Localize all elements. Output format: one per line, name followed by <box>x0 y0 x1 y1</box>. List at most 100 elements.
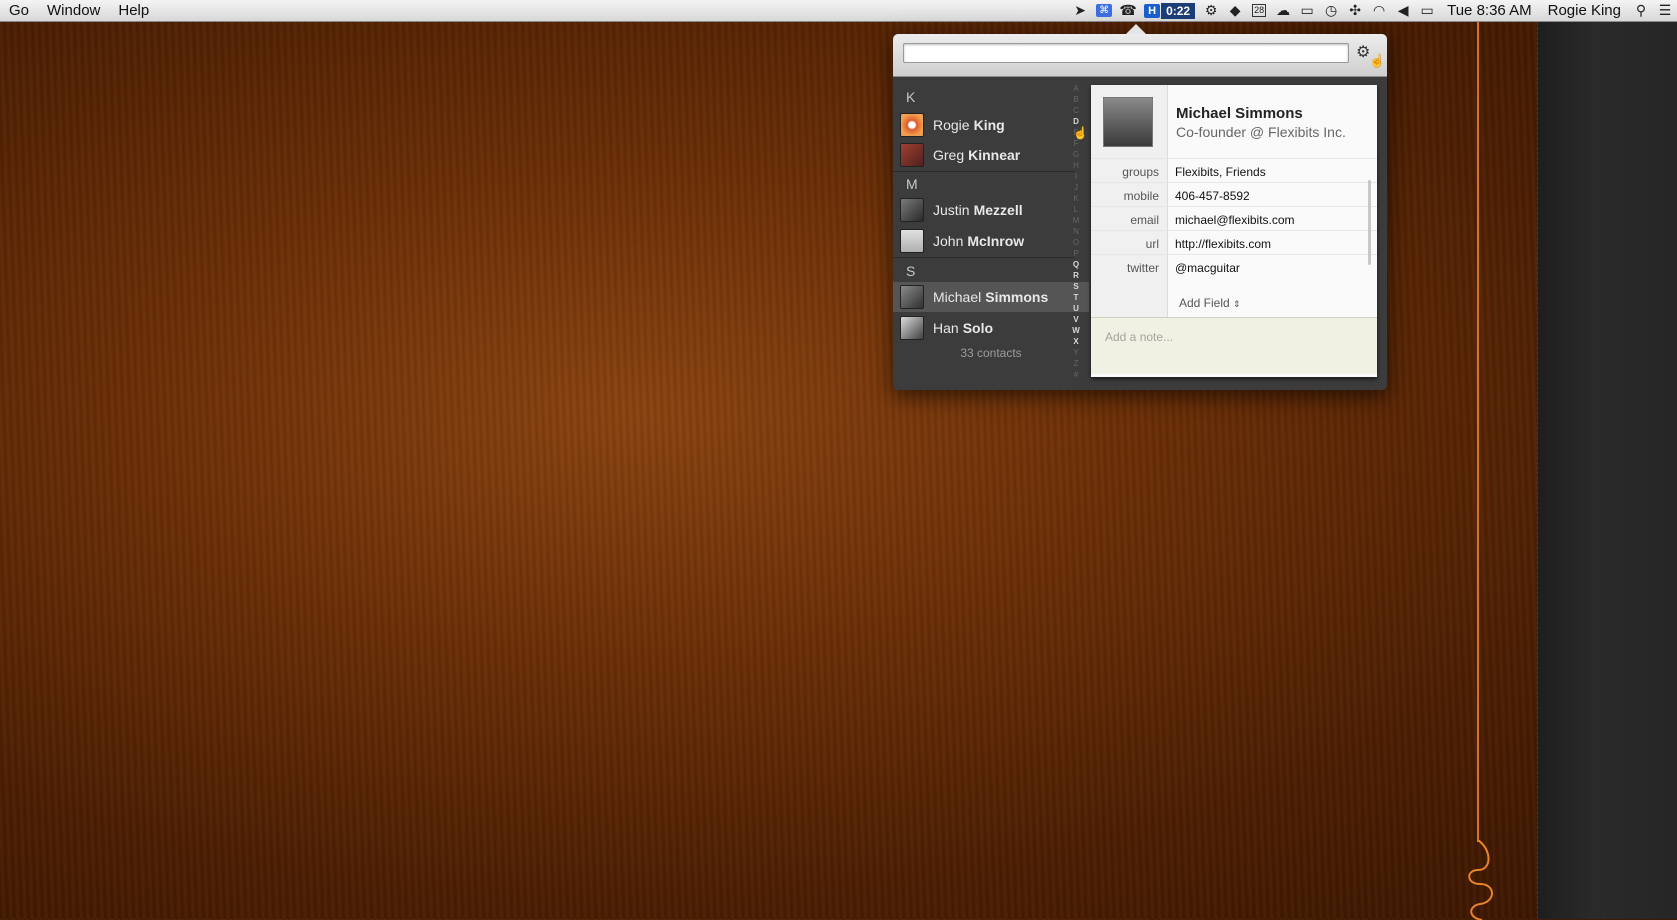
first-name: Justin <box>933 202 970 218</box>
alpha-index-letter[interactable]: Q <box>1073 259 1079 270</box>
wallpaper-dark-panel <box>1537 22 1677 919</box>
menu-go[interactable]: Go <box>0 0 38 21</box>
cloud-icon[interactable]: ☁ <box>1271 0 1295 21</box>
contact-john-mcinrow[interactable]: John McInrow <box>893 226 1089 256</box>
clock[interactable]: Tue 8:36 AM <box>1439 0 1540 21</box>
field-twitter[interactable]: twitter @macguitar <box>1091 254 1377 280</box>
search-input[interactable] <box>903 43 1349 63</box>
status-area: ➤ ⌘ ☎ H 0:22 ⚙ ◆ 28 ☁ ▭ ◷ ✣ ◠ ◀ ▭ Tue 8:3… <box>1068 0 1677 21</box>
add-field-button[interactable]: Add Field ⇕ <box>1179 296 1241 310</box>
alpha-index-letter[interactable]: P <box>1073 248 1078 259</box>
contact-rogie-king[interactable]: Rogie King <box>893 110 1089 140</box>
field-mobile[interactable]: mobile 406-457-8592 <box>1091 182 1377 208</box>
alpha-index-letter[interactable]: S <box>1073 281 1078 292</box>
time-machine-icon[interactable]: ◷ <box>1319 0 1343 21</box>
airplay-icon[interactable]: ▭ <box>1295 0 1319 21</box>
alpha-index-letter[interactable]: X <box>1073 336 1078 347</box>
notification-list-icon[interactable]: ☰ <box>1653 0 1677 21</box>
first-name: John <box>933 233 964 249</box>
updown-arrows-icon: ⇕ <box>1233 299 1241 309</box>
field-value[interactable]: @macguitar <box>1175 261 1240 275</box>
field-label: groups <box>1122 165 1159 179</box>
h-badge: H <box>1144 3 1161 18</box>
field-email[interactable]: email michael@flexibits.com <box>1091 206 1377 232</box>
contact-greg-kinnear[interactable]: Greg Kinnear <box>893 140 1089 170</box>
contact-photo[interactable] <box>1103 97 1153 147</box>
app-blue-icon[interactable]: ⌘ <box>1092 0 1116 21</box>
alpha-index-letter[interactable]: Y <box>1073 347 1078 358</box>
alpha-index-letter[interactable]: L <box>1074 204 1078 215</box>
popover-arrow <box>1126 24 1146 34</box>
alpha-index-letter[interactable]: M <box>1073 215 1080 226</box>
contact-name[interactable]: Michael Simmons <box>1176 105 1303 122</box>
battery-icon[interactable]: ▭ <box>1415 0 1439 21</box>
cursor-tool-icon[interactable]: ➤ <box>1068 0 1092 21</box>
alpha-index-letter[interactable]: T <box>1074 292 1079 303</box>
wallpaper-swirl <box>1468 840 1493 920</box>
alpha-index-letter[interactable]: Z <box>1074 358 1079 369</box>
first-name: Han <box>933 320 959 336</box>
user-menu[interactable]: Rogie King <box>1540 0 1629 21</box>
script-icon[interactable]: ⚙ <box>1199 0 1223 21</box>
alpha-index-letter[interactable]: J <box>1074 182 1078 193</box>
volume-icon[interactable]: ◀ <box>1391 0 1415 21</box>
alpha-index-letter[interactable]: N <box>1073 226 1079 237</box>
alpha-index-letter[interactable]: U <box>1073 303 1079 314</box>
bluetooth-icon[interactable]: ✣ <box>1343 0 1367 21</box>
section-header-m: M <box>906 176 918 192</box>
last-name: Mezzell <box>973 202 1023 218</box>
first-name: Rogie <box>933 117 970 133</box>
note-area[interactable]: Add a note... <box>1091 317 1377 374</box>
contact-list: K Rogie King Greg Kinnear M Justin Mezzell … <box>893 77 1089 390</box>
avatar <box>900 285 924 309</box>
dropbox-icon[interactable]: ◆ <box>1223 0 1247 21</box>
field-value[interactable]: Flexibits, Friends <box>1175 165 1266 179</box>
last-name: Solo <box>962 320 994 336</box>
timer-text: 0:22 <box>1161 2 1196 19</box>
contact-justin-mezzell[interactable]: Justin Mezzell <box>893 195 1089 225</box>
alpha-index-letter[interactable]: C <box>1073 105 1079 116</box>
field-url[interactable]: url http://flexibits.com <box>1091 230 1377 256</box>
avatar <box>900 143 924 167</box>
alpha-index-letter[interactable]: R <box>1073 270 1079 281</box>
pointer-cursor-icon: ☝ <box>1369 53 1386 68</box>
contact-company[interactable]: Co-founder @ Flexibits Inc. <box>1176 124 1346 140</box>
timer-widget[interactable]: H 0:22 <box>1140 0 1199 21</box>
phone-icon[interactable]: ☎ <box>1116 0 1140 21</box>
calendar-icon[interactable]: 28 <box>1247 0 1271 21</box>
field-value[interactable]: 406-457-8592 <box>1175 189 1250 203</box>
section-header-s: S <box>906 263 916 279</box>
wifi-icon[interactable]: ◠ <box>1367 0 1391 21</box>
first-name: Greg <box>933 147 965 163</box>
avatar <box>900 229 924 253</box>
alpha-index-letter[interactable]: # <box>1074 369 1078 380</box>
last-name: King <box>973 117 1005 133</box>
add-field-label: Add Field <box>1179 296 1230 310</box>
divider <box>893 257 1075 258</box>
alpha-index-letter[interactable]: W <box>1072 325 1080 336</box>
field-label: email <box>1130 213 1159 227</box>
last-name: Kinnear <box>968 147 1021 163</box>
pointer-cursor-icon: ☝ <box>1073 126 1088 140</box>
menu-help[interactable]: Help <box>109 0 158 21</box>
menu-window[interactable]: Window <box>38 0 109 21</box>
contact-han-solo[interactable]: Han Solo <box>893 313 1089 343</box>
wallpaper-orange-line <box>1477 22 1479 842</box>
avatar <box>900 198 924 222</box>
field-value[interactable]: michael@flexibits.com <box>1175 213 1295 227</box>
alpha-index-letter[interactable]: A <box>1073 83 1078 94</box>
alpha-index-letter[interactable]: H <box>1073 160 1079 171</box>
field-groups[interactable]: groups Flexibits, Friends <box>1091 158 1377 184</box>
alpha-index-letter[interactable]: K <box>1073 193 1078 204</box>
alpha-index-letter[interactable]: O <box>1073 237 1079 248</box>
alpha-index-letter[interactable]: V <box>1073 314 1078 325</box>
note-placeholder: Add a note... <box>1105 330 1174 344</box>
alpha-index-letter[interactable]: I <box>1075 171 1077 182</box>
contact-michael-simmons[interactable]: Michael Simmons <box>893 282 1089 312</box>
scrollbar[interactable] <box>1368 180 1371 265</box>
field-value[interactable]: http://flexibits.com <box>1175 237 1271 251</box>
section-header-k: K <box>906 89 916 105</box>
spotlight-search-icon[interactable]: ⚲ <box>1629 0 1653 21</box>
alpha-index-letter[interactable]: B <box>1073 94 1078 105</box>
alpha-index-letter[interactable]: G <box>1073 149 1079 160</box>
